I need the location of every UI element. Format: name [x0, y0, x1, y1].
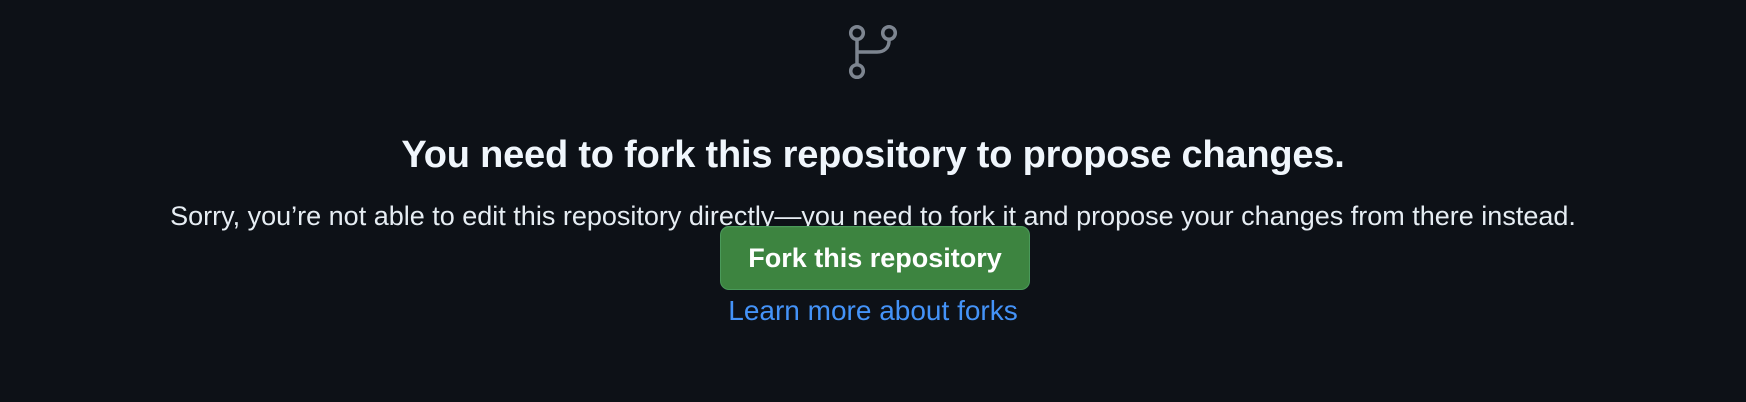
page-title: You need to fork this repository to prop…: [401, 134, 1345, 177]
fork-repository-button[interactable]: Fork this repository: [720, 226, 1030, 290]
fork-required-empty-state: You need to fork this repository to prop…: [0, 0, 1746, 402]
learn-more-about-forks-link[interactable]: Learn more about forks: [0, 292, 1746, 330]
learn-more-link-label[interactable]: Learn more about forks: [728, 295, 1018, 326]
repo-fork-icon: [846, 23, 900, 81]
